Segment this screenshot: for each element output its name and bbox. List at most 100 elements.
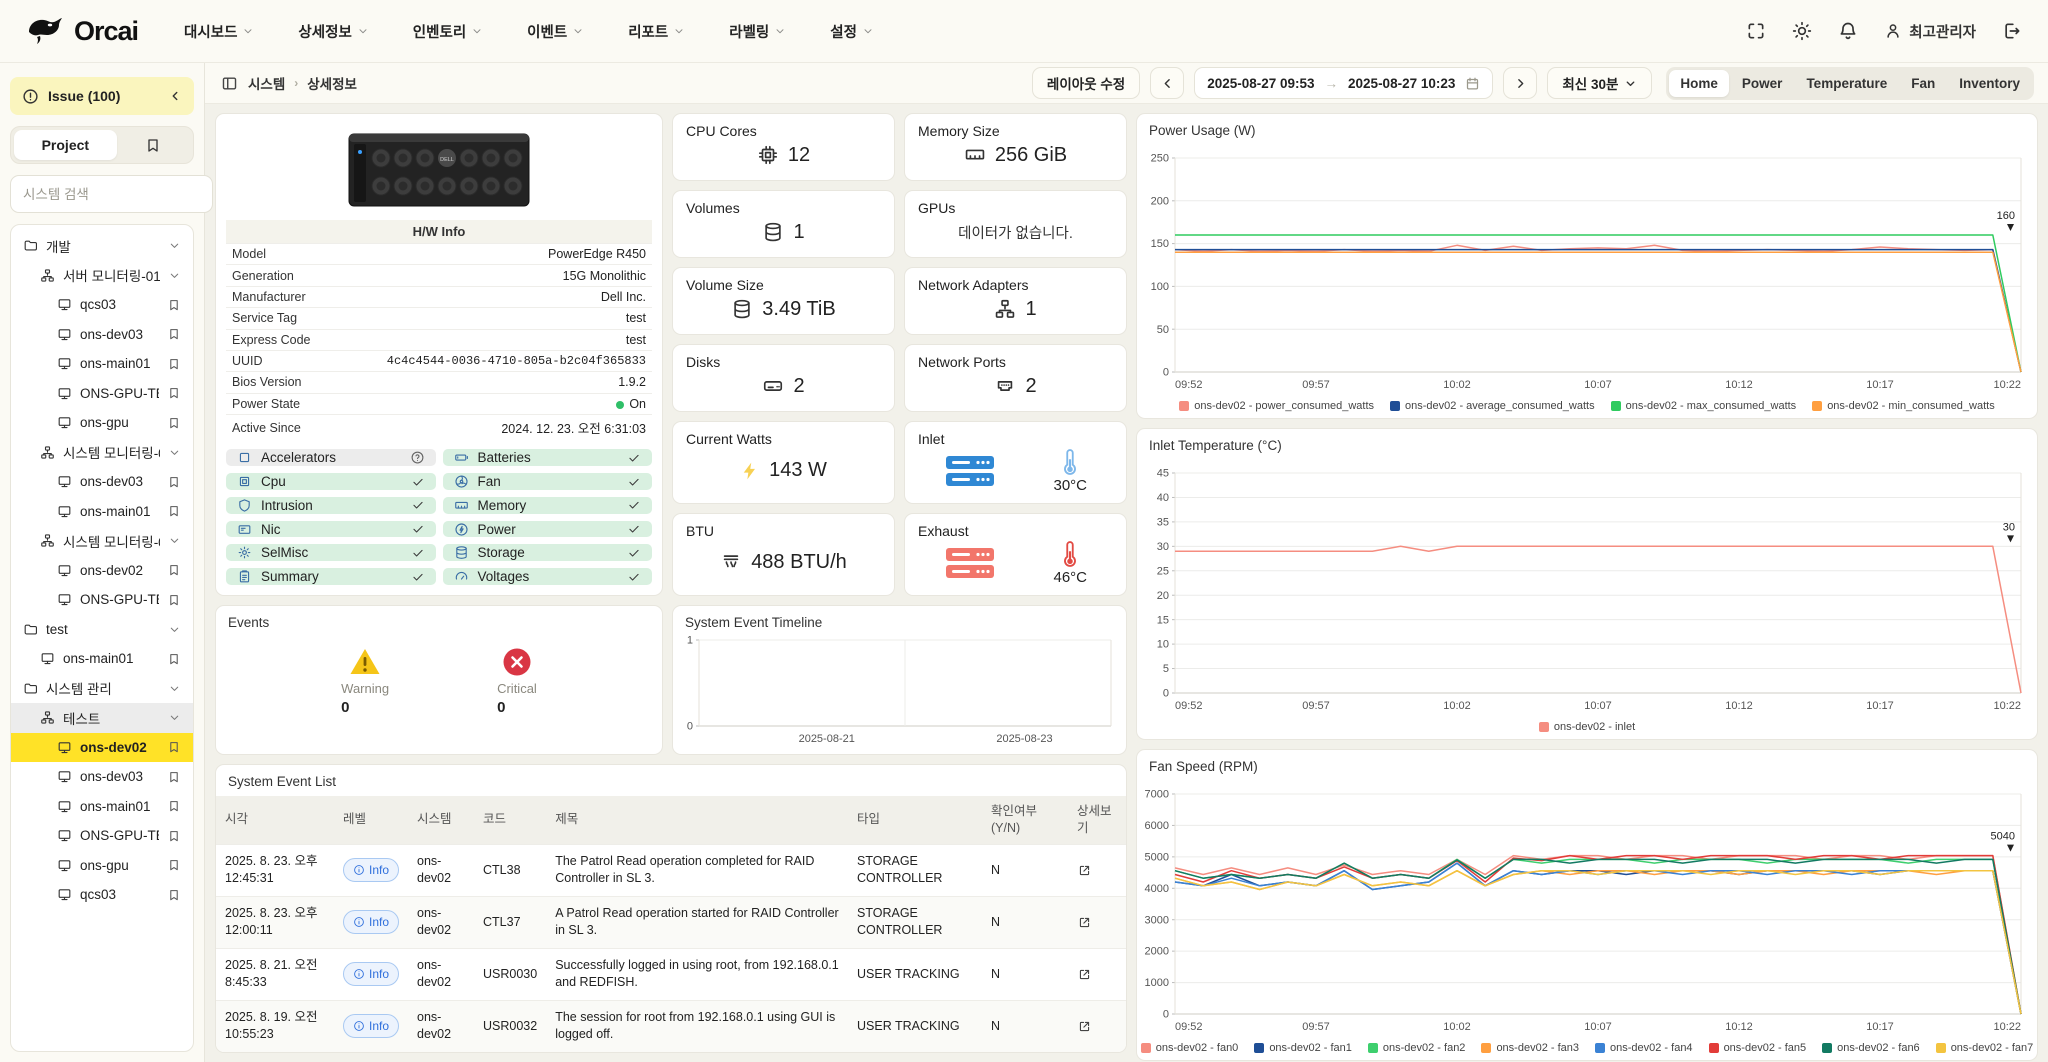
bookmark-icon[interactable] <box>167 593 181 607</box>
bookmark-icon[interactable] <box>167 386 181 400</box>
tree-item-시스템-관리[interactable]: 시스템 관리 <box>11 674 193 704</box>
user-menu[interactable]: 최고관리자 <box>1884 21 1976 42</box>
legend-ons-dev02-fan6[interactable]: ons-dev02 - fan6 <box>1822 1042 1920 1054</box>
tree-item-ons-dev03[interactable]: ons-dev03 <box>11 320 193 350</box>
tree-item-ons-main01[interactable]: ons-main01 <box>11 349 193 379</box>
health-chip-batteries[interactable]: Batteries <box>443 449 653 466</box>
layout-edit-button[interactable]: 레이아웃 수정 <box>1032 67 1140 99</box>
legend-ons-dev02-fan7[interactable]: ons-dev02 - fan7 <box>1936 1042 2034 1054</box>
chevron-down-icon[interactable] <box>168 239 181 252</box>
tree-item-ons-main01[interactable]: ons-main01 <box>11 792 193 822</box>
breadcrumb-system[interactable]: 시스템 <box>248 73 285 93</box>
health-chip-selmisc[interactable]: SelMisc <box>226 544 436 561</box>
tree-item-시스템-모니터링-03[interactable]: 시스템 모니터링-03 <box>11 526 193 556</box>
bookmark-icon[interactable] <box>167 298 181 312</box>
bookmark-icon[interactable] <box>167 829 181 843</box>
chevron-down-icon[interactable] <box>168 534 181 547</box>
tree-item-ons-dev02[interactable]: ons-dev02 <box>11 733 193 763</box>
legend-ons-dev02-fan1[interactable]: ons-dev02 - fan1 <box>1254 1042 1352 1054</box>
legend-ons-dev02-fan0[interactable]: ons-dev02 - fan0 <box>1141 1042 1239 1054</box>
health-chip-voltages[interactable]: Voltages <box>443 568 653 585</box>
event-detail-link-icon[interactable] <box>1077 1019 1117 1034</box>
menu-1[interactable]: 상세정보 <box>298 21 368 42</box>
legend-ons-dev02-min-consumed-watts[interactable]: ons-dev02 - min_consumed_watts <box>1812 400 1995 412</box>
tree-item-ons-dev02[interactable]: ons-dev02 <box>11 556 193 586</box>
chevron-down-icon[interactable] <box>168 623 181 636</box>
legend-ons-dev02-fan2[interactable]: ons-dev02 - fan2 <box>1368 1042 1466 1054</box>
bookmark-icon[interactable] <box>167 888 181 902</box>
tree-item-서버-모니터링-01[interactable]: 서버 모니터링-01 <box>11 261 193 291</box>
health-chip-fan[interactable]: Fan <box>443 473 653 490</box>
date-range-picker[interactable]: 2025-08-27 09:53 → 2025-08-27 10:23 <box>1194 67 1493 99</box>
time-range-select[interactable]: 최신 30분 <box>1547 67 1652 99</box>
tab-project[interactable]: Project <box>14 130 117 160</box>
bookmark-icon[interactable] <box>167 652 181 666</box>
brand-logo[interactable]: Orcai <box>26 16 138 47</box>
menu-2[interactable]: 인벤토리 <box>413 21 483 42</box>
legend-ons-dev02-fan5[interactable]: ons-dev02 - fan5 <box>1709 1042 1807 1054</box>
bookmark-icon[interactable] <box>167 563 181 577</box>
tree-item-ons-dev03[interactable]: ons-dev03 <box>11 467 193 497</box>
menu-3[interactable]: 이벤트 <box>527 21 584 42</box>
tree-item-ons-main01[interactable]: ons-main01 <box>11 497 193 527</box>
tree-item-ons-gpu-test[interactable]: ONS-GPU-TEST <box>11 379 193 409</box>
legend-ons-dev02-fan4[interactable]: ons-dev02 - fan4 <box>1595 1042 1693 1054</box>
collapse-sidebar-icon[interactable] <box>168 89 182 103</box>
fullscreen-icon[interactable] <box>1746 21 1766 41</box>
panel-toggle-icon[interactable] <box>221 75 238 92</box>
health-chip-memory[interactable]: Memory <box>443 497 653 514</box>
event-detail-link-icon[interactable] <box>1077 967 1117 982</box>
legend-ons-dev02-average-consumed-watts[interactable]: ons-dev02 - average_consumed_watts <box>1390 400 1595 412</box>
tree-item-ons-dev03[interactable]: ons-dev03 <box>11 762 193 792</box>
legend-ons-dev02-max-consumed-watts[interactable]: ons-dev02 - max_consumed_watts <box>1611 400 1797 412</box>
legend-ons-dev02-inlet[interactable]: ons-dev02 - inlet <box>1539 721 1635 733</box>
tab-bookmarks[interactable] <box>117 130 190 160</box>
health-chip-cpu[interactable]: Cpu <box>226 473 436 490</box>
bookmark-icon[interactable] <box>167 799 181 813</box>
legend-ons-dev02-power-consumed-watts[interactable]: ons-dev02 - power_consumed_watts <box>1179 400 1374 412</box>
tree-item-ons-gpu-test[interactable]: ONS-GPU-TEST <box>11 821 193 851</box>
tree-item-qcs03[interactable]: qcs03 <box>11 290 193 320</box>
legend-ons-dev02-fan3[interactable]: ons-dev02 - fan3 <box>1481 1042 1579 1054</box>
menu-6[interactable]: 설정 <box>830 21 874 42</box>
chevron-down-icon[interactable] <box>168 269 181 282</box>
bookmark-icon[interactable] <box>167 475 181 489</box>
tree-item-테스트[interactable]: 테스트 <box>11 703 193 733</box>
tree-item-test[interactable]: test <box>11 615 193 645</box>
event-detail-link-icon[interactable] <box>1077 863 1117 878</box>
bookmark-icon[interactable] <box>167 357 181 371</box>
bookmark-icon[interactable] <box>167 327 181 341</box>
bookmark-icon[interactable] <box>167 858 181 872</box>
theme-toggle-icon[interactable] <box>1792 21 1812 41</box>
menu-0[interactable]: 대시보드 <box>184 21 254 42</box>
tab-home[interactable]: Home <box>1669 70 1729 97</box>
tree-item-개발[interactable]: 개발 <box>11 231 193 261</box>
tree-item-ons-main01[interactable]: ons-main01 <box>11 644 193 674</box>
menu-5[interactable]: 라벨링 <box>729 21 786 42</box>
chevron-down-icon[interactable] <box>168 682 181 695</box>
tab-fan[interactable]: Fan <box>1900 70 1946 97</box>
next-range-button[interactable] <box>1503 67 1537 99</box>
health-chip-nic[interactable]: Nic <box>226 521 436 538</box>
health-chip-storage[interactable]: Storage <box>443 544 653 561</box>
tree-item-ons-gpu-test[interactable]: ONS-GPU-TEST <box>11 585 193 615</box>
notifications-bell-icon[interactable] <box>1838 21 1858 41</box>
health-chip-intrusion[interactable]: Intrusion <box>226 497 436 514</box>
issue-button[interactable]: Issue (100) <box>10 77 194 115</box>
bookmark-icon[interactable] <box>167 770 181 784</box>
system-search-input[interactable] <box>10 175 213 213</box>
tree-item-ons-gpu[interactable]: ons-gpu <box>11 851 193 881</box>
tree-item-qcs03[interactable]: qcs03 <box>11 880 193 910</box>
tree-item-ons-gpu[interactable]: ons-gpu <box>11 408 193 438</box>
tab-temperature[interactable]: Temperature <box>1795 70 1898 97</box>
logout-icon[interactable] <box>2002 21 2022 41</box>
health-chip-power[interactable]: Power <box>443 521 653 538</box>
bookmark-icon[interactable] <box>167 740 181 754</box>
bookmark-icon[interactable] <box>167 504 181 518</box>
health-chip-accelerators[interactable]: Accelerators <box>226 449 436 466</box>
bookmark-icon[interactable] <box>167 416 181 430</box>
tab-inventory[interactable]: Inventory <box>1948 70 2031 97</box>
tree-item-시스템-모니터링-02[interactable]: 시스템 모니터링-02 <box>11 438 193 468</box>
chevron-down-icon[interactable] <box>168 711 181 724</box>
prev-range-button[interactable] <box>1150 67 1184 99</box>
